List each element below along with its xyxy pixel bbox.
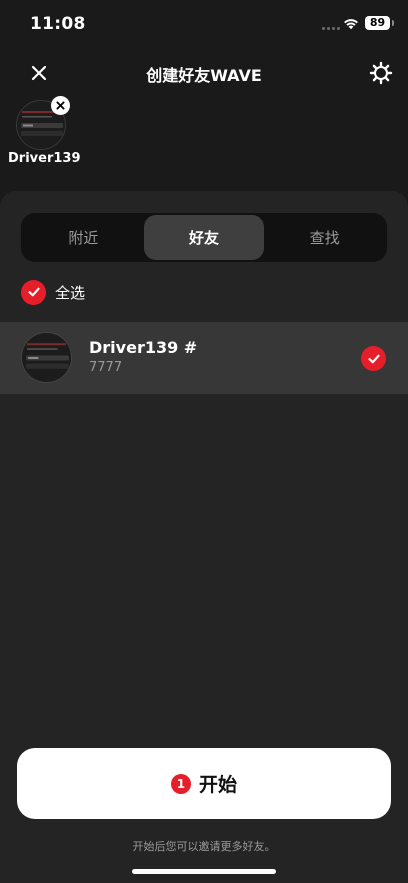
hint-text: 开始后您可以邀请更多好友。 [132,840,276,853]
select-all-toggle[interactable]: 全选 [21,279,85,305]
header: 创建好友WAVE [0,52,408,92]
tab-nearby[interactable]: 附近 [23,215,144,260]
tab-search[interactable]: 查找 [264,215,385,260]
home-indicator [132,869,276,874]
selected-friend-name: Driver139 [8,151,81,166]
selected-friend-chip: Driver139 [8,96,81,168]
settings-button[interactable] [366,58,396,88]
gear-icon [369,61,393,85]
status-time: 11:08 [30,14,86,34]
friend-name: Driver139 # [89,338,198,357]
page-title: 创建好友WAVE [146,66,262,85]
list-item[interactable]: Driver139 # 7777 [0,322,408,394]
checkmark-icon[interactable] [361,346,386,371]
select-all-label: 全选 [55,283,86,302]
tab-friends[interactable]: 好友 [143,215,265,260]
start-button-label: 开始 [198,774,237,796]
remove-selected-button[interactable] [51,96,70,115]
selected-count-badge: 1 [170,773,191,794]
start-button[interactable]: 1 开始 [17,748,391,819]
close-icon [56,101,65,110]
cellular-signal-icon [322,27,340,30]
battery-indicator: 89 [365,16,394,30]
status-bar: 11:08 89 [0,0,408,48]
wifi-icon [344,19,358,30]
friend-code: 7777 [89,360,123,375]
tab-bar: 附近 好友 查找 [21,213,387,262]
avatar [21,332,72,383]
checkmark-icon [21,279,46,305]
